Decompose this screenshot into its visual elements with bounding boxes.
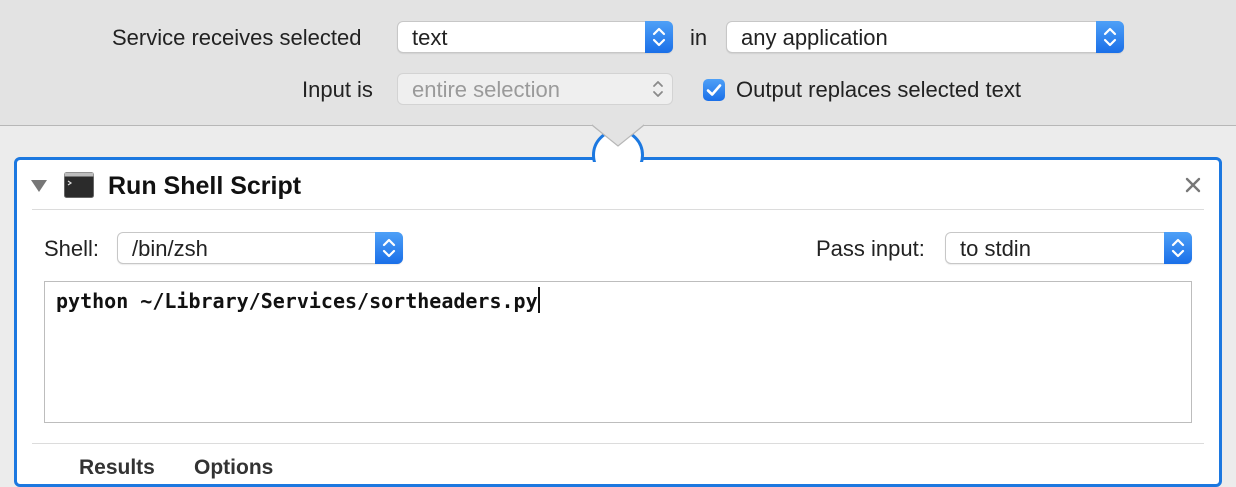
output-replaces-checkbox[interactable] (703, 79, 725, 101)
up-down-chevron-icon (645, 21, 673, 53)
checkmark-icon (706, 84, 722, 96)
application-value: any application (741, 25, 888, 50)
footer-divider (32, 443, 1204, 444)
input-is-label: Input is (302, 77, 373, 102)
script-text: python ~/Library/Services/sortheaders.py (56, 289, 538, 313)
up-down-chevron-icon (1164, 232, 1192, 264)
service-config-panel (0, 0, 1236, 126)
up-down-chevron-icon (648, 74, 668, 109)
pass-input-value: to stdin (960, 236, 1031, 261)
service-receives-label: Service receives selected (112, 25, 362, 50)
shell-value: /bin/zsh (132, 236, 208, 261)
receives-type-popup[interactable]: text (397, 21, 673, 53)
shell-popup[interactable]: /bin/zsh (117, 232, 403, 264)
application-popup[interactable]: any application (726, 21, 1124, 53)
input-is-value: entire selection (412, 77, 560, 102)
receives-type-value: text (412, 25, 448, 50)
pass-input-popup[interactable]: to stdin (945, 232, 1192, 264)
output-replaces-label: Output replaces selected text (736, 77, 1021, 102)
close-icon[interactable] (1184, 176, 1202, 199)
pass-input-label: Pass input: (816, 236, 925, 261)
text-caret (537, 287, 540, 313)
input-is-popup[interactable]: entire selection (397, 73, 673, 105)
tab-options[interactable]: Options (194, 456, 273, 480)
shell-label: Shell: (44, 236, 100, 261)
tab-results[interactable]: Results (79, 456, 155, 480)
disclosure-triangle-icon[interactable] (30, 178, 48, 199)
up-down-chevron-icon (1096, 21, 1124, 53)
script-editor[interactable]: python ~/Library/Services/sortheaders.py (44, 281, 1192, 423)
in-label: in (690, 25, 708, 50)
terminal-icon (64, 172, 94, 203)
action-title: Run Shell Script (108, 172, 302, 200)
up-down-chevron-icon (375, 232, 403, 264)
header-divider (32, 209, 1204, 210)
